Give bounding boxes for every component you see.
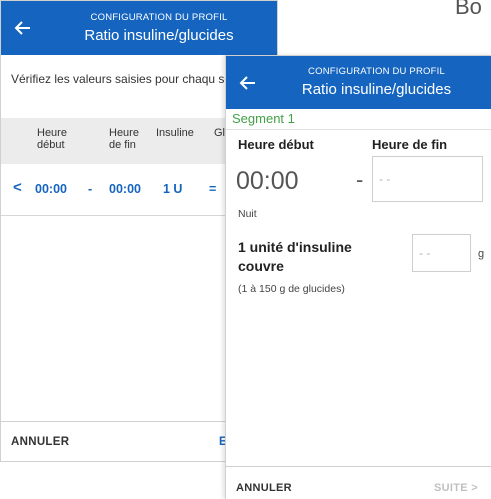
row-insulin: 1 U <box>163 182 183 196</box>
start-time-value: 00:00 <box>236 167 299 195</box>
end-time-input[interactable] <box>372 156 483 202</box>
row-end-time: 00:00 <box>109 182 141 196</box>
period-label: Nuit <box>238 208 257 220</box>
segment-label: Segment 1 <box>232 111 295 126</box>
column-end-time: Heure de fin <box>109 127 139 151</box>
end-time-label: Heure de fin <box>372 137 448 152</box>
column-carbs: Gl <box>214 127 225 139</box>
edit-supertitle: CONFIGURATION DU PROFIL <box>308 66 445 77</box>
start-time-label: Heure début <box>238 137 314 152</box>
background-partial-text: Bo <box>455 0 482 19</box>
review-app-bar: CONFIGURATION DU PROFIL Ratio insuline/g… <box>1 1 277 55</box>
column-insulin: Insuline <box>156 127 194 139</box>
edit-footer: ANNULER SUITE > <box>226 466 491 499</box>
back-arrow-icon[interactable] <box>238 73 258 93</box>
edit-cancel-button[interactable]: ANNULER <box>236 482 292 494</box>
segment-edit-screen: CONFIGURATION DU PROFIL Ratio insuline/g… <box>225 55 491 499</box>
review-title: Ratio insuline/glucides <box>84 27 234 44</box>
row-start-time: 00:00 <box>35 182 67 196</box>
review-cancel-button[interactable]: ANNULER <box>11 436 69 448</box>
review-supertitle: CONFIGURATION DU PROFIL <box>90 12 228 23</box>
carbs-input[interactable] <box>412 234 471 272</box>
column-start-time: Heure début <box>37 127 67 151</box>
edit-app-bar: CONFIGURATION DU PROFIL Ratio insuline/g… <box>226 56 491 109</box>
chevron-left-icon[interactable]: < <box>13 179 22 196</box>
carbs-range-hint: (1 à 150 g de glucides) <box>238 283 345 295</box>
edit-title: Ratio insuline/glucides <box>301 81 452 98</box>
row-equals: = <box>209 182 217 196</box>
grams-unit-label: g <box>478 248 485 260</box>
row-dash: - <box>88 182 93 196</box>
time-separator: - <box>356 167 364 192</box>
insulin-unit-covers-label: 1 unité d'insuline couvre <box>238 239 352 274</box>
back-arrow-icon[interactable] <box>13 18 33 38</box>
divider <box>226 129 491 130</box>
next-button[interactable]: SUITE > <box>434 482 478 494</box>
